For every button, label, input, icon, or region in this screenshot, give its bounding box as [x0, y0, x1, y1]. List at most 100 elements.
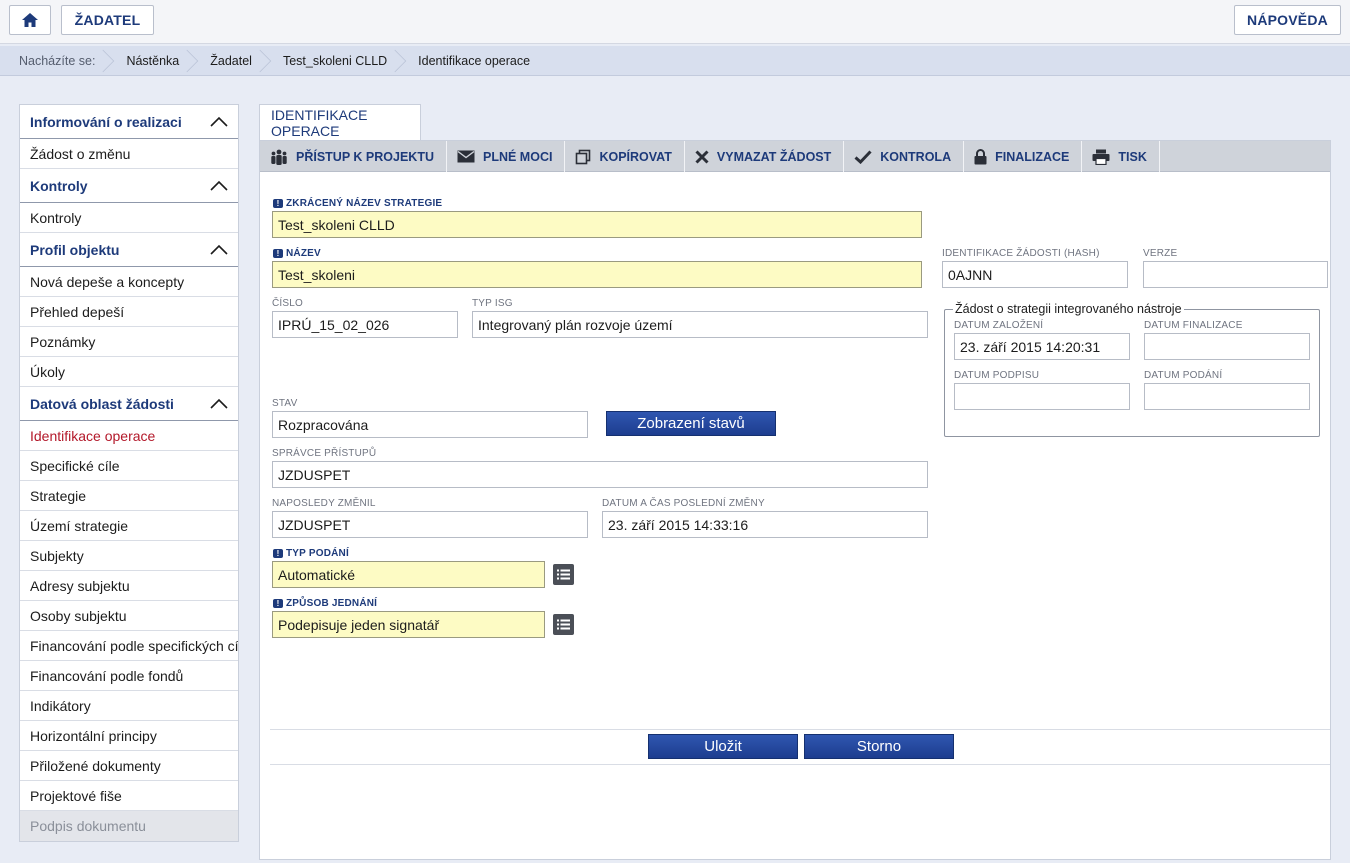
submission-type-select[interactable]: Automatické [272, 561, 545, 588]
breadcrumb-prefix: Nacházíte se: [0, 46, 108, 76]
finalized-date-label: Datum finalizace [1144, 320, 1243, 331]
access-admin-field[interactable]: JZDUSPET [272, 461, 928, 488]
delete-button[interactable]: VYMAZAT ŽÁDOST [685, 141, 845, 172]
sidebar-section-datova-oblast[interactable]: Datová oblast žádosti [20, 387, 238, 421]
created-date-field[interactable]: 23. září 2015 14:20:31 [954, 333, 1130, 360]
chevron-up-icon [210, 116, 228, 127]
sidebar-item-zadost-o-zmenu[interactable]: Žádost o změnu [20, 139, 238, 169]
short-name-label: ! Zkrácený název strategie [273, 198, 442, 209]
sidebar-section-title: Datová oblast žádosti [30, 395, 174, 412]
submission-type-label: ! Typ podání [273, 548, 349, 559]
sidebar-item-projektove-fise[interactable]: Projektové fiše [20, 781, 238, 811]
strategy-request-fieldset: Žádost o strategii integrovaného nástroj… [944, 302, 1320, 437]
print-label: TISK [1118, 149, 1147, 164]
created-date-label: Datum založení [954, 320, 1044, 331]
main-content: Identifikace operace PŘÍSTUP K PROJEKTU … [259, 104, 1331, 860]
signing-label: ! Způsob jednání [273, 598, 377, 609]
sidebar-item-financovani-cile[interactable]: Financování podle specifických cílů [20, 631, 238, 661]
version-field[interactable] [1143, 261, 1328, 288]
sidebar-item-financovani-fondy[interactable]: Financování podle fondů [20, 661, 238, 691]
sidebar: Informování o realizaci Žádost o změnu K… [19, 104, 239, 842]
sidebar-item-prehled-depesi[interactable]: Přehled depeší [20, 297, 238, 327]
hash-field[interactable]: 0AJNN [942, 261, 1128, 288]
copy-icon [576, 149, 591, 164]
required-icon: ! [273, 599, 283, 608]
sidebar-item-specificke-cile[interactable]: Specifické cíle [20, 451, 238, 481]
sidebar-item-horizontalni-principy[interactable]: Horizontální principy [20, 721, 238, 751]
sidebar-item-ukoly[interactable]: Úkoly [20, 357, 238, 387]
breadcrumb-item-current: Identifikace operace [418, 53, 531, 68]
state-field[interactable]: Rozpracována [272, 411, 588, 438]
home-icon [22, 13, 38, 27]
finalize-label: FINALIZACE [995, 149, 1070, 164]
sidebar-section-title: Kontroly [30, 177, 88, 194]
sidebar-item-indikatory[interactable]: Indikátory [20, 691, 238, 721]
breadcrumb: Nacházíte se: Nástěnka Žadatel Test_skol… [0, 46, 1350, 76]
checkmark-icon [854, 149, 872, 164]
signing-select[interactable]: Podepisuje jeden signatář [272, 611, 545, 638]
sidebar-item-strategie[interactable]: Strategie [20, 481, 238, 511]
sidebar-item-kontroly[interactable]: Kontroly [20, 203, 238, 233]
sidebar-item-prilozene-dokumenty[interactable]: Přiložené dokumenty [20, 751, 238, 781]
save-button[interactable]: Uložit [648, 734, 798, 759]
isg-type-field[interactable]: Integrovaný plán rozvoje území [472, 311, 928, 338]
people-icon [271, 149, 287, 165]
copy-button[interactable]: KOPÍROVAT [565, 141, 685, 172]
breadcrumb-item-project[interactable]: Test_skoleni CLLD [269, 46, 400, 76]
copy-label: KOPÍROVAT [599, 149, 672, 164]
sidebar-item-subjekty[interactable]: Subjekty [20, 541, 238, 571]
top-bar: ŽADATEL NÁPOVĚDA [0, 0, 1350, 44]
powers-button[interactable]: PLNÉ MOCI [447, 141, 566, 172]
home-button[interactable] [9, 5, 51, 35]
cancel-button[interactable]: Storno [804, 734, 954, 759]
breadcrumb-item-zadatel[interactable]: Žadatel [196, 46, 265, 76]
delete-label: VYMAZAT ŽÁDOST [716, 149, 832, 164]
form-panel: PŘÍSTUP K PROJEKTU PLNÉ MOCI KOPÍROVAT V… [259, 140, 1331, 860]
zadatel-button[interactable]: ŽADATEL [61, 5, 154, 35]
sidebar-item-identifikace-operace[interactable]: Identifikace operace [20, 421, 238, 451]
print-button[interactable]: TISK [1082, 141, 1160, 172]
envelope-icon [457, 150, 475, 163]
sidebar-item-poznamky[interactable]: Poznámky [20, 327, 238, 357]
access-button[interactable]: PŘÍSTUP K PROJEKTU [260, 141, 447, 172]
lock-icon [974, 148, 987, 164]
access-label: PŘÍSTUP K PROJEKTU [296, 149, 434, 164]
footer-divider [270, 764, 1330, 765]
signed-date-field[interactable] [954, 383, 1130, 410]
show-states-button[interactable]: Zobrazení stavů [606, 411, 776, 436]
isg-type-label: Typ ISG [472, 298, 513, 309]
printer-icon [1092, 149, 1110, 165]
chevron-up-icon [210, 398, 228, 409]
sidebar-section-profil[interactable]: Profil objektu [20, 233, 238, 267]
sidebar-section-kontroly[interactable]: Kontroly [20, 169, 238, 203]
list-icon [557, 619, 570, 630]
hash-label: Identifikace žádosti (hash) [942, 248, 1100, 259]
access-admin-label: Správce přístupů [272, 448, 377, 459]
submission-type-list-button[interactable] [553, 564, 574, 585]
finalize-button[interactable]: FINALIZACE [964, 141, 1083, 172]
breadcrumb-item-nastenka[interactable]: Nástěnka [112, 46, 192, 76]
last-changed-by-field[interactable]: JZDUSPET [272, 511, 588, 538]
finalized-date-field[interactable] [1144, 333, 1310, 360]
signed-date-label: Datum podpisu [954, 370, 1040, 381]
submitted-date-field[interactable] [1144, 383, 1310, 410]
powers-label: PLNÉ MOCI [483, 149, 553, 164]
tab-identifikace-operace[interactable]: Identifikace operace [259, 104, 421, 141]
name-input[interactable]: Test_skoleni [272, 261, 922, 288]
sidebar-item-uzemi-strategie[interactable]: Území strategie [20, 511, 238, 541]
check-button[interactable]: KONTROLA [844, 141, 965, 172]
last-change-field[interactable]: 23. září 2015 14:33:16 [602, 511, 928, 538]
sidebar-section-informovani[interactable]: Informování o realizaci [20, 105, 238, 139]
number-field[interactable]: IPRÚ_15_02_026 [272, 311, 458, 338]
number-label: Číslo [272, 298, 304, 309]
signing-list-button[interactable] [553, 614, 574, 635]
required-icon: ! [273, 549, 283, 558]
sidebar-item-adresy-subjektu[interactable]: Adresy subjektu [20, 571, 238, 601]
short-name-input[interactable]: Test_skoleni CLLD [272, 211, 922, 238]
sidebar-item-nova-depese[interactable]: Nová depeše a koncepty [20, 267, 238, 297]
footer-divider [270, 729, 1330, 730]
sidebar-item-podpis-dokumentu: Podpis dokumentu [20, 811, 238, 841]
sidebar-item-osoby-subjektu[interactable]: Osoby subjektu [20, 601, 238, 631]
required-icon: ! [273, 199, 283, 208]
help-button[interactable]: NÁPOVĚDA [1234, 5, 1341, 35]
